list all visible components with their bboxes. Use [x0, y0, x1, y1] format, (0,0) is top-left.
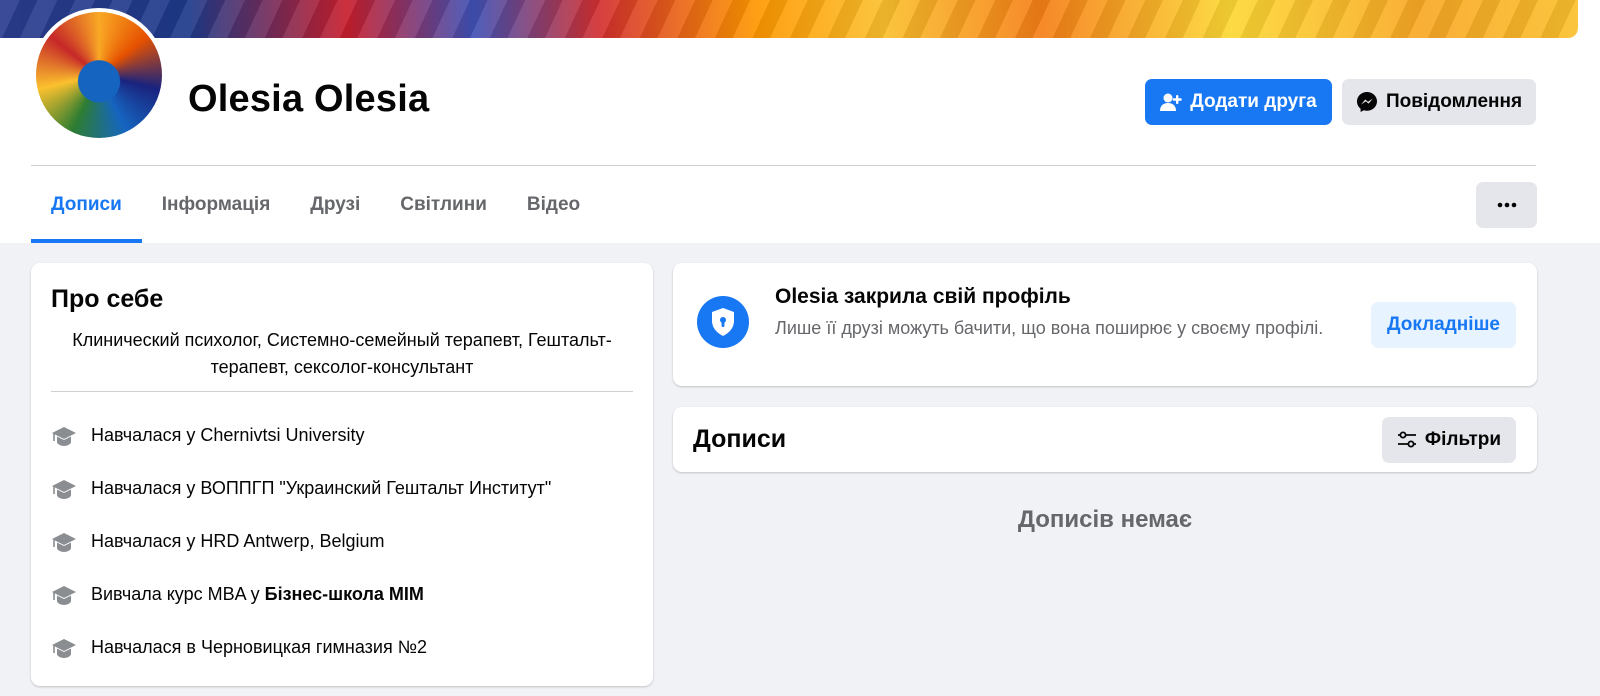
graduation-cap-icon: [52, 585, 76, 605]
locked-profile-card: Olesia закрила свій профіль Лише її друз…: [673, 263, 1537, 386]
list-item: Навчалася у Chernivtsi University: [51, 409, 641, 462]
graduation-cap-icon: [52, 479, 76, 499]
messenger-icon: [1356, 92, 1377, 112]
about-card: Про себе Клинический психолог, Системно-…: [31, 263, 653, 686]
shield-icon: [697, 296, 749, 348]
locked-title: Olesia закрила свій профіль: [775, 285, 1071, 308]
about-title: Про себе: [51, 285, 164, 313]
edu-school-link[interactable]: Бізнес-школа MIM: [265, 584, 424, 605]
avatar[interactable]: [32, 8, 166, 142]
add-friend-label: Додати друга: [1190, 91, 1317, 112]
graduation-cap-icon: [52, 426, 76, 446]
profile-tabs: Дописи Інформація Друзі Світлини Відео: [31, 166, 600, 243]
empty-posts-message: Дописів немає: [1017, 506, 1193, 533]
graduation-cap-icon: [52, 638, 76, 658]
filter-label: Фільтри: [1424, 429, 1502, 450]
avatar-image: [36, 12, 162, 138]
add-friend-button[interactable]: Додати друга: [1145, 79, 1332, 125]
message-button[interactable]: Повідомлення: [1342, 79, 1536, 125]
more-options-button[interactable]: [1476, 182, 1537, 228]
tab-friends[interactable]: Друзі: [290, 166, 380, 243]
more-dots-icon: [1497, 202, 1516, 208]
graduation-cap-icon: [52, 532, 76, 552]
filter-button[interactable]: Фільтри: [1382, 417, 1516, 463]
tab-info[interactable]: Інформація: [142, 166, 291, 243]
message-label: Повідомлення: [1385, 91, 1523, 112]
tab-videos[interactable]: Відео: [507, 166, 600, 243]
profile-name: Olesia Olesia: [188, 78, 430, 120]
list-item: Вивчала курс MBA у Бізнес-школа MIM: [51, 568, 641, 621]
education-list: Навчалася у Chernivtsi University Навчал…: [51, 409, 641, 674]
edu-text: Вивчала курс MBA у: [91, 584, 260, 604]
learn-more-button[interactable]: Докладніше: [1371, 302, 1516, 348]
list-item: Навчалася в Черновицкая гимназия №2: [51, 621, 641, 674]
list-item: Навчалася у ВОППГП "Украинский Гештальт …: [51, 462, 641, 515]
edu-text[interactable]: Навчалася у ВОППГП "Украинский Гештальт …: [91, 478, 551, 499]
add-friend-icon: [1160, 93, 1182, 111]
tab-posts[interactable]: Дописи: [31, 166, 142, 243]
locked-description: Лише її друзі можуть бачити, що вона пош…: [775, 318, 1324, 338]
filter-sliders-icon: [1397, 431, 1416, 448]
about-divider: [51, 391, 633, 392]
edu-text[interactable]: Навчалася в Черновицкая гимназия №2: [91, 637, 427, 658]
list-item: Навчалася у HRD Antwerp, Belgium: [51, 515, 641, 568]
posts-title: Дописи: [693, 425, 787, 453]
posts-header-card: Дописи Фільтри: [673, 407, 1537, 472]
profile-header: Olesia Olesia Додати друга Повідомлення …: [0, 0, 1600, 243]
tab-photos[interactable]: Світлини: [380, 166, 507, 243]
about-bio: Клинический психолог, Системно-семейный …: [72, 330, 612, 377]
edu-text[interactable]: Навчалася у Chernivtsi University: [91, 425, 364, 446]
edu-text[interactable]: Навчалася у HRD Antwerp, Belgium: [91, 531, 384, 552]
cover-photo[interactable]: [0, 0, 1578, 38]
